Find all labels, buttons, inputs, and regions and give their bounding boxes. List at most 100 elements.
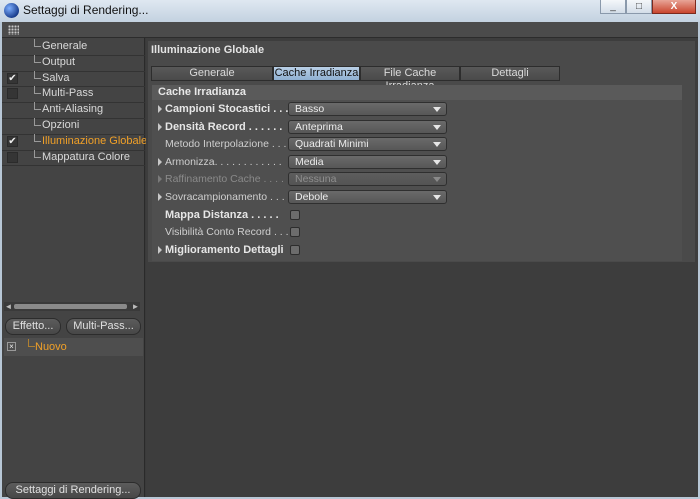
toolbar <box>2 22 698 38</box>
chevron-down-icon <box>433 177 441 183</box>
param-label: Campioni Stocastici . . . <box>165 103 289 115</box>
dropdown-value: Quadrati Minimi <box>295 138 369 151</box>
tree-connector <box>34 149 41 158</box>
param-checkbox[interactable] <box>290 227 300 238</box>
effect-button[interactable]: Effetto... <box>5 318 61 335</box>
sidebar-item[interactable]: ✔ Salva <box>2 70 145 87</box>
page-title: Illuminazione Globale <box>151 44 265 56</box>
pass-item-label: Nuovo <box>35 341 67 353</box>
tree-connector <box>34 54 41 63</box>
expand-arrow-icon[interactable] <box>158 175 162 184</box>
scroll-right-icon[interactable]: ► <box>131 302 140 311</box>
expand-arrow-icon[interactable] <box>158 193 162 201</box>
param-dropdown: Nessuna <box>288 172 447 187</box>
expand-arrow-icon[interactable] <box>158 105 162 113</box>
sidebar-item[interactable]: Multi-Pass <box>2 86 145 102</box>
dropdown-value: Media <box>295 155 324 168</box>
sidebar-item[interactable]: Output <box>2 54 145 71</box>
param-label: Armonizza. . . . . . . . . . . . <box>165 155 282 168</box>
sidebar-item-label: Output <box>42 55 76 68</box>
window-titlebar[interactable]: Settaggi di Rendering... _ □ X <box>0 0 700 22</box>
settings-tree: Generale Output ✔ Salva Multi-Pass Anti-Alias… <box>2 39 147 167</box>
dropdown-value: Debole <box>295 191 329 203</box>
sidebar-item-label: Anti-Aliasing <box>42 103 104 116</box>
tree-connector <box>34 102 41 111</box>
scrollbar-thumb[interactable] <box>14 304 127 309</box>
param-dropdown[interactable]: Basso <box>288 102 447 116</box>
tab-bar: GeneraleCache IrradianzaFile Cache Irrad… <box>151 66 560 92</box>
app-icon <box>4 3 19 18</box>
expand-arrow-icon[interactable] <box>158 122 162 131</box>
tree-connector <box>34 117 41 126</box>
param-row: Campioni Stocastici . . . Basso <box>152 101 682 118</box>
params-group: Campioni Stocastici . . . Basso Densità Re… <box>152 100 682 261</box>
param-label: Metodo Interpolazione . . . <box>165 138 287 151</box>
param-dropdown[interactable]: Anteprima <box>288 119 447 134</box>
param-row: Sovracampionamento . . . . Debole <box>152 189 682 206</box>
dropdown-value: Basso <box>295 103 325 115</box>
param-checkbox[interactable] <box>290 209 300 220</box>
dropdown-value: Nessuna <box>295 173 337 186</box>
param-row: Miglioramento Dettagli <box>152 242 682 259</box>
tab[interactable]: File Cache Irradianza <box>360 66 460 92</box>
tree-connector <box>34 70 41 79</box>
param-row: Armonizza. . . . . . . . . . . . Media <box>152 154 682 171</box>
tab[interactable]: Dettagli <box>460 66 560 81</box>
chevron-down-icon <box>433 195 441 200</box>
param-row: Densità Record . . . . . . Anteprima <box>152 119 682 136</box>
sidebar-item-label: Multi-Pass <box>42 87 94 100</box>
maximize-button[interactable]: □ <box>626 0 652 14</box>
scroll-left-icon[interactable]: ◄ <box>4 302 13 311</box>
param-label: Raffinamento Cache . . . . <box>165 173 284 186</box>
expand-arrow-icon[interactable] <box>158 245 162 254</box>
pass-toggle-icon[interactable]: × <box>7 342 16 351</box>
minimize-button[interactable]: _ <box>600 0 626 14</box>
param-row: Raffinamento Cache . . . . Nessuna <box>152 171 682 188</box>
expand-arrow-icon[interactable] <box>158 157 162 166</box>
horizontal-scrollbar[interactable]: ◄ ► <box>4 302 140 311</box>
param-dropdown[interactable]: Quadrati Minimi <box>288 137 447 152</box>
param-label: Mappa Distanza . . . . . <box>165 208 279 221</box>
param-label: Densità Record . . . . . . <box>165 120 283 133</box>
chevron-down-icon <box>433 124 441 130</box>
param-row: Metodo Interpolazione . . . Quadrati Mini… <box>152 136 682 153</box>
sidebar-item-checkbox[interactable] <box>7 151 18 163</box>
sidebar-item-checkbox[interactable]: ✔ <box>7 135 18 147</box>
chevron-down-icon <box>433 107 441 112</box>
maximize-icon: □ <box>635 1 643 12</box>
settings-sidebar: Generale Output ✔ Salva Multi-Pass Anti-Alias… <box>2 38 147 499</box>
tab[interactable]: Generale <box>151 66 273 81</box>
tab[interactable]: Cache Irradianza <box>273 66 360 81</box>
close-button[interactable]: X <box>652 0 696 14</box>
settings-main-panel: Illuminazione Globale Generale Cache Irra… <box>146 38 698 497</box>
sidebar-item[interactable]: Generale <box>2 39 145 55</box>
chevron-down-icon <box>433 159 441 165</box>
sidebar-item-checkbox[interactable] <box>7 88 18 100</box>
window-title: Settaggi di Rendering... <box>23 3 149 17</box>
tree-connector <box>34 133 41 142</box>
sidebar-item[interactable]: Opzioni <box>2 117 145 134</box>
param-dropdown[interactable]: Media <box>288 154 447 169</box>
sidebar-item[interactable]: ✔ Illuminazione Globale <box>2 133 147 150</box>
param-row: Mappa Distanza . . . . . <box>152 207 682 224</box>
sidebar-item[interactable]: Anti-Aliasing <box>2 102 145 118</box>
param-label: Miglioramento Dettagli <box>165 243 284 256</box>
sidebar-item[interactable]: Mappatura Colore <box>2 149 145 166</box>
sidebar-item-checkbox[interactable]: ✔ <box>7 72 18 84</box>
close-icon: X <box>670 1 678 12</box>
param-label: Sovracampionamento . . . . <box>165 191 291 203</box>
minimize-icon: _ <box>610 1 616 12</box>
render-settings-button[interactable]: Settaggi di Rendering... <box>5 482 141 499</box>
param-dropdown[interactable]: Debole <box>288 190 447 204</box>
pass-list-item[interactable]: × Nuovo <box>4 338 143 356</box>
group-header[interactable]: Cache Irradianza <box>152 85 682 100</box>
grid-menu-icon[interactable] <box>8 25 19 35</box>
sidebar-item-label: Generale <box>42 40 88 52</box>
divider <box>2 165 145 167</box>
param-checkbox[interactable] <box>290 244 300 255</box>
tree-connector <box>34 39 41 47</box>
multipass-button[interactable]: Multi-Pass... <box>66 318 141 335</box>
gi-content: Illuminazione Globale Generale Cache Irra… <box>148 41 695 262</box>
dropdown-value: Anteprima <box>295 120 343 133</box>
tree-connector <box>28 339 35 347</box>
